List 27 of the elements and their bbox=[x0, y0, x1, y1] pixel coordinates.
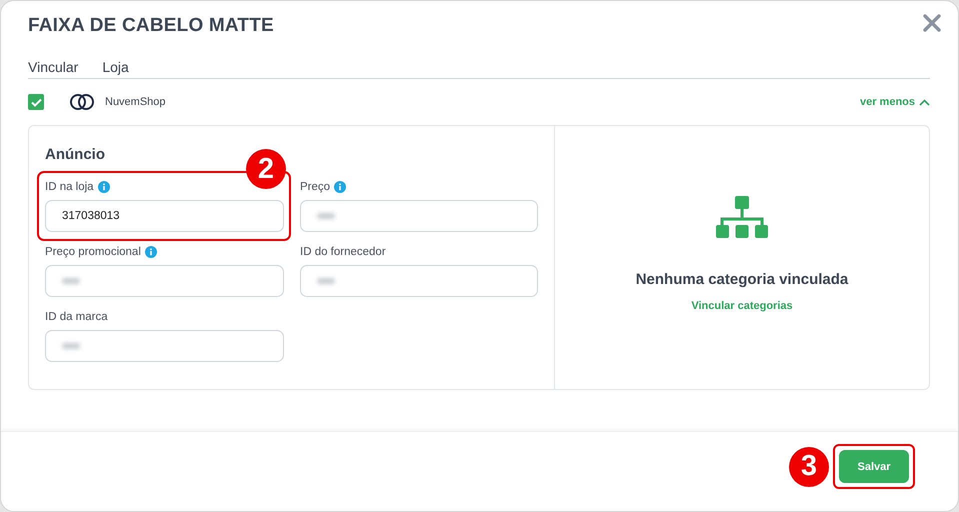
input-field[interactable] bbox=[45, 330, 284, 362]
field-label: ID do fornecedor bbox=[300, 246, 386, 258]
hierarchy-icon bbox=[716, 196, 768, 239]
field-label: ID na loja bbox=[45, 180, 94, 192]
field-label: Preço bbox=[300, 180, 330, 192]
input-field[interactable] bbox=[300, 200, 538, 232]
field-label: Preço promocional bbox=[45, 246, 141, 258]
input-field[interactable]: 317038013 bbox=[45, 200, 284, 232]
empty-message: Nenhuma categoria vinculada bbox=[636, 271, 848, 288]
field-label: ID da marca bbox=[45, 310, 108, 322]
column-header: Vincular bbox=[28, 59, 78, 75]
step-badge: 2 bbox=[246, 149, 286, 189]
store-name: NuvemShop bbox=[105, 96, 166, 108]
step-badge: 3 bbox=[789, 446, 829, 486]
close-button[interactable] bbox=[922, 13, 942, 33]
link-categories-link[interactable]: Vincular categorias bbox=[691, 300, 793, 312]
caret-icon bbox=[919, 98, 930, 106]
column-header: Loja bbox=[102, 59, 129, 75]
input-field[interactable] bbox=[300, 265, 538, 297]
checkmark-icon bbox=[30, 98, 42, 106]
input-field[interactable] bbox=[45, 265, 284, 297]
checkbox[interactable] bbox=[28, 94, 44, 110]
save-button[interactable]: Salvar bbox=[839, 450, 909, 483]
section-heading: Anúncio bbox=[45, 146, 106, 163]
cloud-logo-icon bbox=[69, 93, 95, 111]
window-title: FAIXA DE CABELO MATTE bbox=[28, 15, 275, 37]
collapse-toggle[interactable]: ver menos bbox=[860, 96, 930, 108]
